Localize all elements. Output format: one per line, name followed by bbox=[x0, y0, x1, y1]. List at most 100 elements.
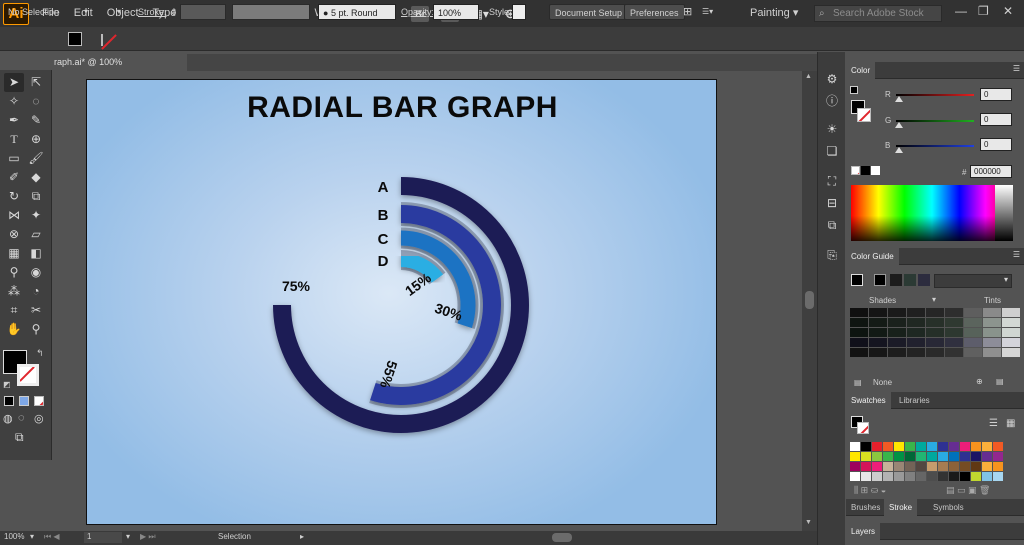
shade-swatch[interactable] bbox=[850, 318, 868, 327]
color-panel-menu-icon[interactable]: ☰ bbox=[1013, 64, 1020, 73]
shade-swatch[interactable] bbox=[1002, 338, 1020, 347]
gradient-tool-icon[interactable]: ◧ bbox=[26, 244, 46, 263]
color-swatch[interactable] bbox=[993, 442, 1003, 451]
shade-swatch[interactable] bbox=[869, 328, 887, 337]
blend-tool-icon[interactable]: ◉ bbox=[26, 263, 46, 282]
swatch-library-menu-icon[interactable]: ⫼ ⊞ ⛀ ◒ bbox=[854, 485, 886, 496]
shade-swatch[interactable] bbox=[926, 328, 944, 337]
stroke-weight-field[interactable] bbox=[180, 4, 226, 20]
color-swatch[interactable] bbox=[938, 472, 948, 481]
category-label-A[interactable]: A bbox=[378, 179, 389, 196]
opacity-label[interactable]: Opacity: bbox=[401, 4, 434, 20]
shade-swatch[interactable] bbox=[888, 338, 906, 347]
shade-swatch[interactable] bbox=[983, 338, 1001, 347]
stock-search-input[interactable]: ⌕ Search Adobe Stock bbox=[814, 5, 942, 22]
draw-behind-icon[interactable]: ◌ bbox=[18, 412, 25, 424]
lasso-tool-icon[interactable]: ◌ bbox=[26, 92, 46, 111]
slice-tool-icon[interactable]: ✂ bbox=[26, 301, 46, 320]
shade-swatch[interactable] bbox=[907, 338, 925, 347]
color-stroke-box[interactable] bbox=[857, 108, 871, 122]
color-swatch[interactable] bbox=[883, 472, 893, 481]
artboard[interactable]: RADIAL BAR GRAPH A 75% B 55% C 30% D 15% bbox=[86, 79, 717, 525]
perspective-grid-tool-icon[interactable]: ▱ bbox=[26, 225, 46, 244]
magic-wand-tool-icon[interactable]: ✧ bbox=[4, 92, 24, 111]
color-spectrum[interactable] bbox=[851, 185, 1013, 241]
shade-swatch[interactable] bbox=[983, 318, 1001, 327]
properties-icon[interactable]: ⚙ bbox=[825, 72, 839, 86]
color-swatch[interactable] bbox=[938, 452, 948, 461]
shade-swatch[interactable] bbox=[907, 348, 925, 357]
g-slider[interactable] bbox=[896, 120, 974, 122]
shade-swatch[interactable] bbox=[888, 328, 906, 337]
hand-tool-icon[interactable]: ✋ bbox=[4, 320, 24, 339]
pathfinder-icon[interactable]: ⧉ bbox=[825, 218, 839, 232]
tab-brushes[interactable]: Brushes bbox=[846, 499, 885, 516]
color-swatch[interactable] bbox=[861, 442, 871, 451]
swatches-grid[interactable] bbox=[850, 442, 1003, 481]
color-swatch[interactable] bbox=[971, 462, 981, 471]
color-swatch[interactable] bbox=[905, 462, 915, 471]
tab-symbols[interactable]: Symbols bbox=[928, 499, 969, 516]
shade-swatch[interactable] bbox=[888, 308, 906, 317]
color-swatch[interactable] bbox=[850, 442, 860, 451]
tab-color[interactable]: Color bbox=[846, 62, 876, 79]
opacity-field[interactable]: 100% bbox=[433, 4, 479, 20]
white-swatch[interactable] bbox=[871, 166, 880, 175]
shade-swatch[interactable] bbox=[945, 338, 963, 347]
curvature-tool-icon[interactable]: ✎ bbox=[26, 111, 46, 130]
color-swatch[interactable] bbox=[894, 462, 904, 471]
harmony-swatch-2[interactable] bbox=[890, 274, 902, 286]
color-swatch[interactable] bbox=[982, 452, 992, 461]
color-swatch[interactable] bbox=[872, 462, 882, 471]
color-swatch[interactable] bbox=[894, 452, 904, 461]
color-swatch[interactable] bbox=[872, 472, 882, 481]
color-swatch[interactable] bbox=[872, 442, 882, 451]
shaper-tool-icon[interactable]: ✐ bbox=[4, 168, 24, 187]
shade-swatch[interactable] bbox=[945, 328, 963, 337]
shade-swatch[interactable] bbox=[926, 308, 944, 317]
b-value[interactable]: 0 bbox=[980, 138, 1012, 151]
shade-swatch[interactable] bbox=[869, 338, 887, 347]
black-swatch[interactable] bbox=[861, 166, 870, 175]
color-swatch[interactable] bbox=[927, 462, 937, 471]
tab-swatches[interactable]: Swatches bbox=[846, 392, 891, 409]
eraser-tool-icon[interactable]: ◆ bbox=[26, 168, 46, 187]
shade-swatch[interactable] bbox=[964, 318, 982, 327]
color-swatch[interactable] bbox=[949, 472, 959, 481]
direct-selection-tool-icon[interactable]: ⇱ bbox=[26, 73, 46, 92]
harmony-swatch-3[interactable] bbox=[904, 274, 916, 286]
save-color-group-icon[interactable]: ▤ bbox=[996, 377, 1004, 386]
color-swatch[interactable] bbox=[971, 452, 981, 461]
stroke-weight-stepper[interactable]: ⇕ bbox=[170, 4, 178, 20]
scale-tool-icon[interactable]: ⧉ bbox=[26, 187, 46, 206]
shade-swatch[interactable] bbox=[983, 348, 1001, 357]
shade-swatch[interactable] bbox=[907, 318, 925, 327]
first-artboard-icon[interactable]: ⏮ ◀ bbox=[44, 532, 60, 542]
minimize-icon[interactable]: — bbox=[955, 4, 967, 18]
align-icon[interactable]: ⊞ bbox=[683, 4, 692, 20]
brush-definition[interactable]: ● 5 pt. Round bbox=[318, 4, 396, 20]
b-slider[interactable] bbox=[896, 145, 974, 147]
g-value[interactable]: 0 bbox=[980, 113, 1012, 126]
default-fill-stroke-icon[interactable]: ◩ bbox=[3, 380, 11, 389]
transform-icon[interactable]: ⛶ bbox=[825, 174, 839, 188]
stroke-dropdown-icon[interactable]: ▾ bbox=[117, 4, 121, 20]
color-swatch[interactable] bbox=[960, 442, 970, 451]
base-color-swatch[interactable] bbox=[851, 274, 863, 286]
line-segment-tool-icon[interactable]: ⊕ bbox=[26, 130, 46, 149]
color-swatch[interactable] bbox=[905, 472, 915, 481]
r-slider[interactable] bbox=[896, 94, 974, 96]
document-setup-button[interactable]: Document Setup bbox=[549, 4, 629, 20]
radial-bar-chart[interactable]: A75%B55%C30%D15% bbox=[87, 80, 717, 525]
none-swatch[interactable] bbox=[851, 166, 860, 175]
list-view-icon[interactable]: ☰ bbox=[989, 418, 998, 429]
shade-swatch[interactable] bbox=[888, 348, 906, 357]
tab-layers[interactable]: Layers bbox=[846, 523, 881, 540]
shade-swatch[interactable] bbox=[850, 328, 868, 337]
status-menu-icon[interactable]: ▸ bbox=[300, 532, 304, 541]
shade-swatch[interactable] bbox=[964, 338, 982, 347]
color-swatch[interactable] bbox=[861, 452, 871, 461]
rotate-tool-icon[interactable]: ↻ bbox=[4, 187, 24, 206]
color-swatch[interactable] bbox=[949, 462, 959, 471]
shade-swatch[interactable] bbox=[964, 308, 982, 317]
